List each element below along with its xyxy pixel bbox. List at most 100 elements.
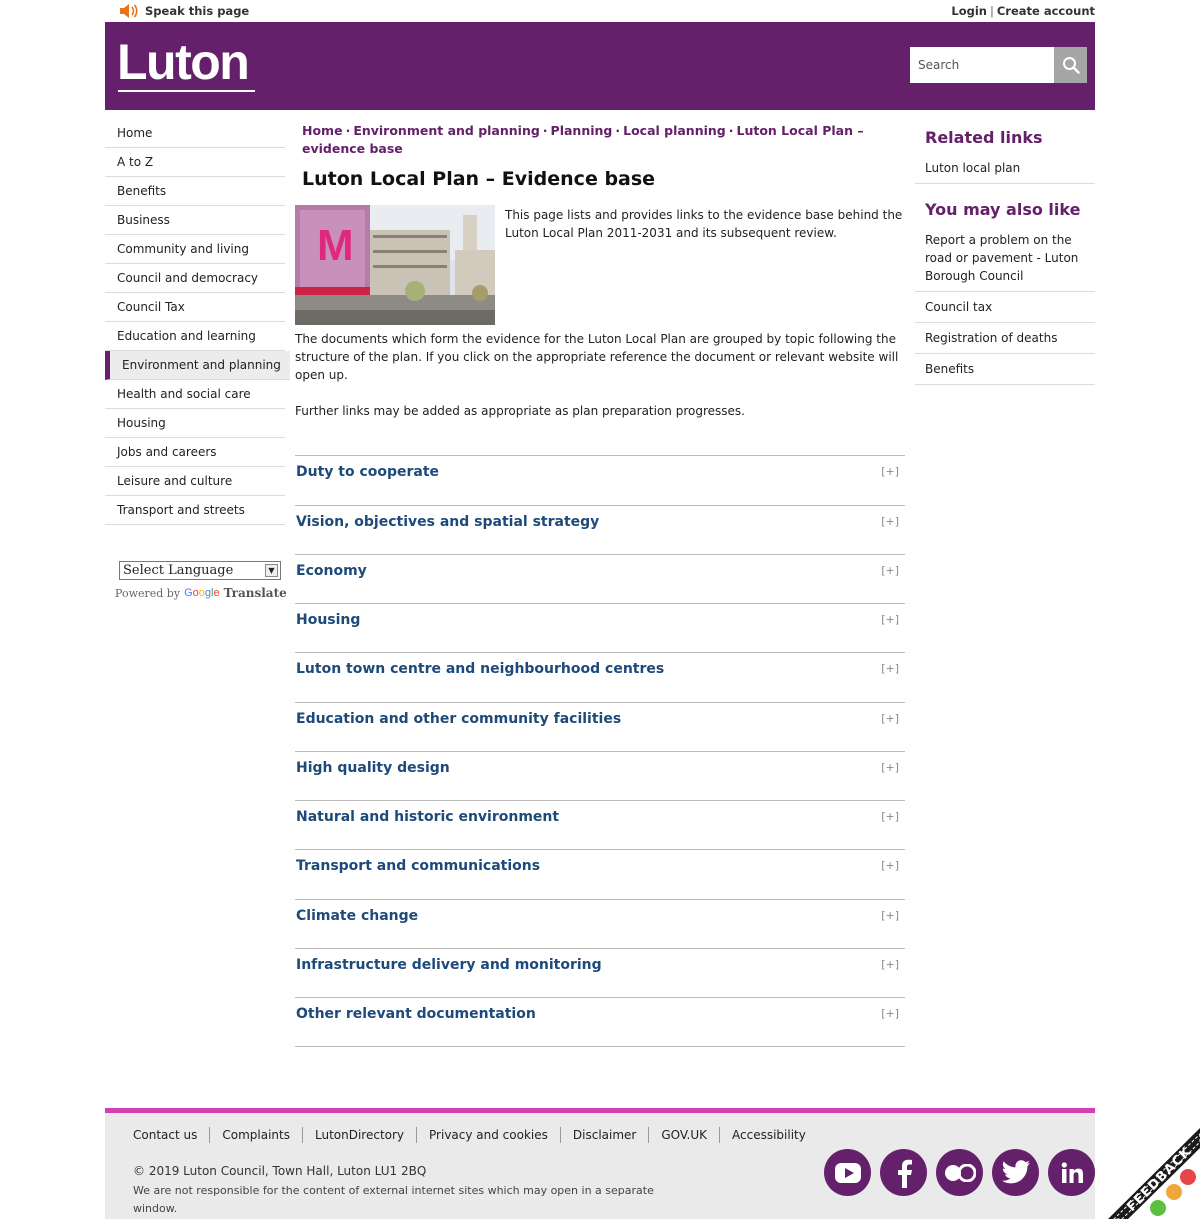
expand-toggle[interactable]: [+] (881, 810, 899, 823)
accordion-item[interactable]: Housing [+] (295, 603, 905, 653)
also-link-registration-of-deaths[interactable]: Registration of deaths (915, 323, 1095, 354)
breadcrumb-local-planning[interactable]: Local planning (623, 123, 726, 138)
accordion-title[interactable]: Climate change (296, 908, 418, 924)
expand-toggle[interactable]: [+] (881, 515, 899, 528)
nav-item-community-and-living[interactable]: Community and living (105, 235, 285, 264)
twitter-icon[interactable] (992, 1149, 1039, 1196)
nav-item-a-to-z[interactable]: A to Z (105, 148, 285, 177)
happy-face-icon (1150, 1200, 1166, 1216)
breadcrumb: Home · Environment and planning · Planning · L… (302, 122, 902, 158)
nav-item-home[interactable]: Home (105, 119, 285, 148)
flickr-icon[interactable] (936, 1149, 983, 1196)
expand-toggle[interactable]: [+] (881, 564, 899, 577)
facebook-icon[interactable] (880, 1149, 927, 1196)
further-links-paragraph: Further links may be added as appropriat… (295, 404, 745, 418)
translate-label: Translate (223, 586, 287, 600)
accordion-item[interactable]: Natural and historic environment [+] (295, 800, 905, 850)
language-select-label: Select Language (123, 563, 234, 578)
also-link-benefits[interactable]: Benefits (915, 354, 1095, 385)
nav-item-education-and-learning[interactable]: Education and learning (105, 322, 285, 351)
accordion-item[interactable]: Economy [+] (295, 554, 905, 604)
expand-toggle[interactable]: [+] (881, 712, 899, 725)
expand-toggle[interactable]: [+] (881, 859, 899, 872)
linkedin-icon[interactable] (1048, 1149, 1095, 1196)
accordion-item[interactable]: Other relevant documentation [+] (295, 997, 905, 1047)
accordion-item[interactable]: Infrastructure delivery and monitoring [+… (295, 948, 905, 998)
search-button[interactable] (1054, 47, 1087, 83)
nav-item-health-and-social-care[interactable]: Health and social care (105, 380, 285, 409)
accordion-title[interactable]: Housing (296, 612, 360, 628)
breadcrumb-separator: · (615, 123, 621, 138)
expand-toggle[interactable]: [+] (881, 909, 899, 922)
accordion-title[interactable]: Other relevant documentation (296, 1006, 536, 1022)
nav-item-jobs-and-careers[interactable]: Jobs and careers (105, 438, 285, 467)
utility-bar: Speak this page Login | Create account (105, 0, 1095, 22)
nav-item-environment-and-planning[interactable]: Environment and planning (105, 351, 290, 380)
accordion-title[interactable]: Vision, objectives and spatial strategy (296, 514, 599, 530)
nav-item-business[interactable]: Business (105, 206, 285, 235)
accordion-title[interactable]: Luton town centre and neighbourhood cent… (296, 661, 664, 677)
external-sites-disclaimer: We are not responsible for the content o… (133, 1184, 654, 1215)
footer-link-disclaimer[interactable]: Disclaimer (559, 1127, 648, 1143)
luton-logo[interactable]: Luton (117, 36, 257, 94)
you-may-also-like-heading: You may also like (925, 200, 1081, 219)
also-link-council-tax[interactable]: Council tax (915, 292, 1095, 323)
accordion-title[interactable]: Education and other community facilities (296, 711, 621, 727)
breadcrumb-environment-and-planning[interactable]: Environment and planning (353, 123, 539, 138)
expand-toggle[interactable]: [+] (881, 761, 899, 774)
footer-link-lutondirectory[interactable]: LutonDirectory (301, 1127, 416, 1143)
expand-toggle[interactable]: [+] (881, 1007, 899, 1020)
youtube-icon[interactable] (824, 1149, 871, 1196)
accordion-item[interactable]: Luton town centre and neighbourhood cent… (295, 652, 905, 702)
search-input[interactable]: Search (910, 47, 1055, 83)
related-link-luton-local-plan[interactable]: Luton local plan (915, 153, 1095, 184)
google-logo[interactable]: Google (184, 587, 220, 599)
footer-link-gov-uk[interactable]: GOV.UK (648, 1127, 719, 1143)
accordion-title[interactable]: Economy (296, 563, 367, 579)
search-icon (1062, 57, 1080, 74)
nav-item-council-tax[interactable]: Council Tax (105, 293, 285, 322)
accordion-title[interactable]: Duty to cooperate (296, 464, 439, 480)
accordion-item[interactable]: Transport and communications [+] (295, 849, 905, 899)
accordion-item[interactable]: Duty to cooperate [+] (295, 455, 905, 505)
nav-item-housing[interactable]: Housing (105, 409, 285, 438)
expand-toggle[interactable]: [+] (881, 613, 899, 626)
accordion-divider (295, 1046, 905, 1047)
breadcrumb-planning[interactable]: Planning (551, 123, 613, 138)
accordion-item[interactable]: Education and other community facilities… (295, 702, 905, 752)
accordion-item[interactable]: Climate change [+] (295, 899, 905, 949)
accordion-item[interactable]: Vision, objectives and spatial strategy [… (295, 505, 905, 555)
breadcrumb-home[interactable]: Home (302, 123, 343, 138)
footer-link-privacy-and-cookies[interactable]: Privacy and cookies (416, 1127, 560, 1143)
accordion-item[interactable]: High quality design [+] (295, 751, 905, 801)
footer-link-contact-us[interactable]: Contact us (133, 1127, 209, 1143)
login-link[interactable]: Login (951, 4, 987, 18)
footer-link-complaints[interactable]: Complaints (209, 1127, 302, 1143)
logo-underline (118, 90, 255, 92)
create-account-link[interactable]: Create account (997, 4, 1095, 18)
related-links-panel: Related links Luton local plan You may a… (915, 122, 1095, 385)
nav-item-council-and-democracy[interactable]: Council and democracy (105, 264, 285, 293)
accordion-title[interactable]: High quality design (296, 760, 450, 776)
sad-face-icon (1180, 1169, 1196, 1185)
feedback-tab[interactable]: FEEDBACK (1108, 1128, 1200, 1219)
speak-label: Speak this page (145, 4, 250, 18)
footer-link-accessibility[interactable]: Accessibility (719, 1127, 818, 1143)
social-links (824, 1149, 1095, 1196)
speaker-icon (120, 4, 138, 18)
powered-by-google-translate: Powered by Google Translate (115, 586, 287, 600)
accordion-title[interactable]: Transport and communications (296, 858, 540, 874)
expand-toggle[interactable]: [+] (881, 465, 899, 478)
language-select[interactable]: Select Language ▼ (119, 561, 281, 580)
nav-item-leisure-and-culture[interactable]: Leisure and culture (105, 467, 285, 496)
also-link-report-a-problem[interactable]: Report a problem on the road or pavement… (915, 225, 1095, 292)
expand-toggle[interactable]: [+] (881, 662, 899, 675)
expand-toggle[interactable]: [+] (881, 958, 899, 971)
nav-item-transport-and-streets[interactable]: Transport and streets (105, 496, 285, 525)
accordion-title[interactable]: Infrastructure delivery and monitoring (296, 957, 602, 973)
related-links-heading: Related links (925, 128, 1043, 147)
speak-this-page-button[interactable]: Speak this page (119, 4, 249, 18)
footer-links: Contact us Complaints LutonDirectory Pri… (133, 1127, 818, 1143)
nav-item-benefits[interactable]: Benefits (105, 177, 285, 206)
accordion-title[interactable]: Natural and historic environment (296, 809, 559, 825)
